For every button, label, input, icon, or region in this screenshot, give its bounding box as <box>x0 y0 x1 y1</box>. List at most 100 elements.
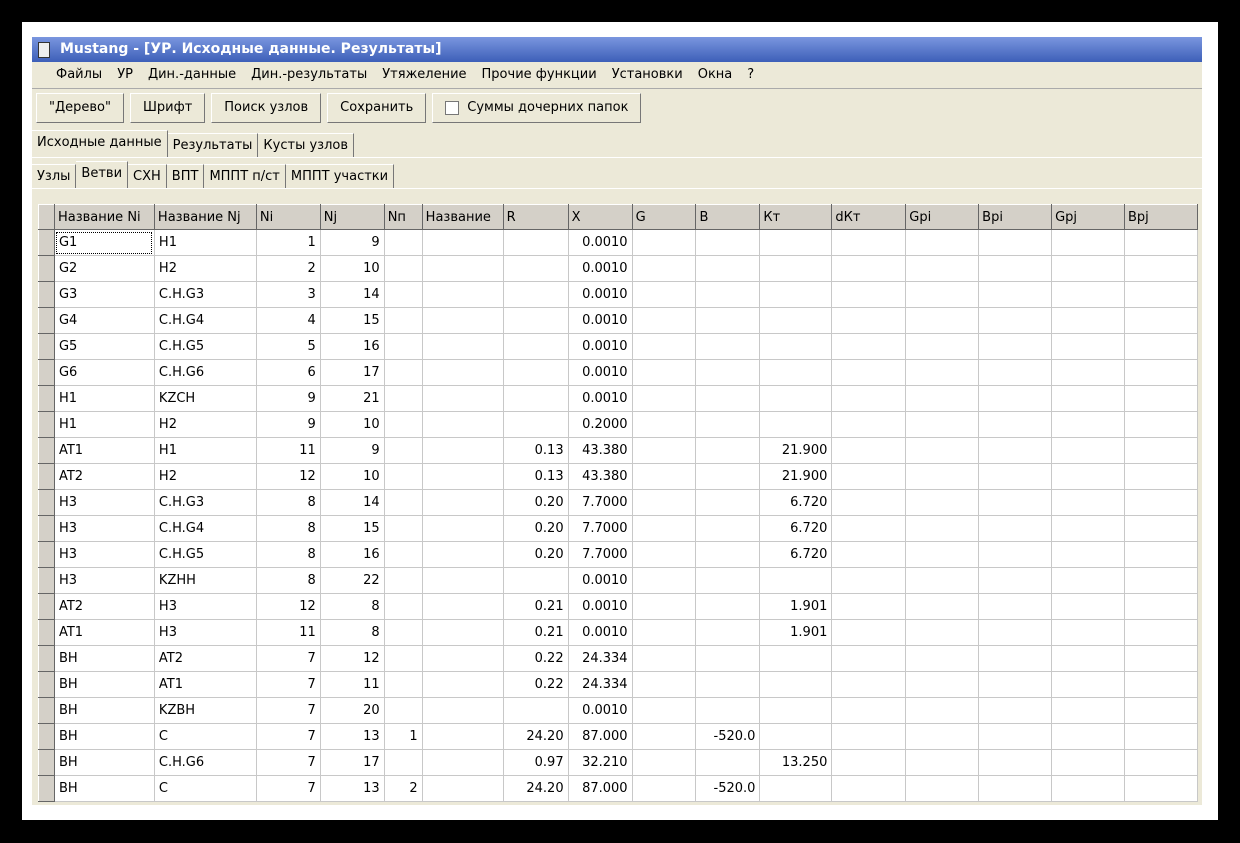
grid-cell[interactable]: 9 <box>319 437 385 464</box>
grid-cell[interactable]: H3 <box>53 489 155 516</box>
table-row[interactable]: G6 C.H.G6 6 17 0.0010 <box>38 359 1199 386</box>
grid-cell[interactable] <box>383 255 423 282</box>
grid-cell[interactable]: 15 <box>319 515 385 542</box>
menu-item[interactable]: Установки <box>612 62 683 88</box>
grid-cell[interactable] <box>631 671 697 698</box>
grid-cell[interactable]: H1 <box>153 437 257 464</box>
table-row[interactable]: G5 C.H.G5 5 16 0.0010 <box>38 333 1199 360</box>
grid-cell[interactable] <box>1123 619 1199 646</box>
grid-cell[interactable] <box>1123 411 1199 438</box>
column-header[interactable]: Gpj <box>1051 204 1125 230</box>
grid-cell[interactable] <box>695 567 761 594</box>
grid-cell[interactable]: 7 <box>255 697 321 724</box>
grid-cell[interactable] <box>1051 775 1125 802</box>
grid-cell[interactable] <box>502 229 569 256</box>
grid-cell[interactable]: 0.20 <box>502 541 569 568</box>
grid-cell[interactable] <box>759 333 833 360</box>
grid-cell[interactable] <box>905 645 980 672</box>
grid-cell[interactable] <box>759 385 833 412</box>
grid-cell[interactable] <box>831 229 907 256</box>
grid-cell[interactable]: 12 <box>255 593 321 620</box>
grid-cell[interactable] <box>502 411 569 438</box>
grid-cell[interactable] <box>978 359 1053 386</box>
row-header[interactable] <box>38 489 55 516</box>
grid-cell[interactable]: 0.0010 <box>567 229 633 256</box>
grid-cell[interactable] <box>383 229 423 256</box>
row-header[interactable] <box>38 593 55 620</box>
grid-cell[interactable]: 0.20 <box>502 515 569 542</box>
table-row[interactable]: BH C 7 13 1 24.20 87.000 -520.0 <box>38 723 1199 750</box>
grid-cell[interactable]: 14 <box>319 281 385 308</box>
grid-cell[interactable]: 10 <box>319 255 385 282</box>
grid-cell[interactable] <box>1123 515 1199 542</box>
grid-cell[interactable]: 8 <box>255 489 321 516</box>
grid-cell[interactable] <box>631 463 697 490</box>
grid-cell[interactable] <box>1051 697 1125 724</box>
grid-cell[interactable] <box>1123 359 1199 386</box>
grid-cell[interactable]: H3 <box>153 593 257 620</box>
grid-cell[interactable]: 1 <box>383 723 423 750</box>
grid-cell[interactable] <box>421 307 504 334</box>
grid-cell[interactable] <box>905 307 980 334</box>
grid-cell[interactable] <box>1123 723 1199 750</box>
table-row[interactable]: G1 H1 1 9 0.0010 <box>38 229 1199 256</box>
grid-cell[interactable]: 7 <box>255 723 321 750</box>
menu-item[interactable]: Дин.-данные <box>148 62 236 88</box>
grid-cell[interactable] <box>1051 567 1125 594</box>
grid-cell[interactable]: C.H.G5 <box>153 541 257 568</box>
grid-cell[interactable] <box>383 463 423 490</box>
row-header[interactable] <box>38 359 55 386</box>
grid-cell[interactable]: AT1 <box>53 437 155 464</box>
grid-cell[interactable] <box>1051 749 1125 776</box>
grid-cell[interactable] <box>421 567 504 594</box>
grid-cell[interactable]: 7.7000 <box>567 515 633 542</box>
grid-cell[interactable]: 1.901 <box>759 619 833 646</box>
grid-cell[interactable] <box>1051 307 1125 334</box>
grid-cell[interactable] <box>383 749 423 776</box>
grid-cell[interactable]: 0.21 <box>502 619 569 646</box>
grid-cell[interactable] <box>1051 255 1125 282</box>
grid-cell[interactable] <box>905 567 980 594</box>
grid-cell[interactable]: 17 <box>319 749 385 776</box>
grid-cell[interactable] <box>1123 463 1199 490</box>
grid-cell[interactable] <box>978 619 1053 646</box>
grid-cell[interactable]: AT2 <box>53 463 155 490</box>
grid-cell[interactable] <box>978 775 1053 802</box>
grid-cell[interactable] <box>1123 567 1199 594</box>
grid-cell[interactable]: 10 <box>319 463 385 490</box>
grid-cell[interactable] <box>905 229 980 256</box>
grid-cell[interactable] <box>831 489 907 516</box>
grid-cell[interactable]: BH <box>53 645 155 672</box>
grid-cell[interactable]: 87.000 <box>567 723 633 750</box>
grid-cell[interactable] <box>905 359 980 386</box>
grid-cell[interactable] <box>1051 437 1125 464</box>
grid-cell[interactable] <box>631 697 697 724</box>
grid-cell[interactable]: G4 <box>53 307 155 334</box>
grid-cell[interactable] <box>383 619 423 646</box>
grid-cell[interactable] <box>631 775 697 802</box>
grid-cell[interactable] <box>421 229 504 256</box>
grid-cell[interactable] <box>831 515 907 542</box>
grid-cell[interactable]: 2 <box>255 255 321 282</box>
grid-cell[interactable]: 0.0010 <box>567 307 633 334</box>
grid-cell[interactable]: 1.901 <box>759 593 833 620</box>
grid-cell[interactable]: 0.0010 <box>567 697 633 724</box>
grid-cell[interactable] <box>978 229 1053 256</box>
grid-cell[interactable] <box>695 541 761 568</box>
grid-cell[interactable]: AT2 <box>153 645 257 672</box>
grid-cell[interactable] <box>978 281 1053 308</box>
grid-cell[interactable] <box>1051 359 1125 386</box>
column-header[interactable]: R <box>502 204 569 230</box>
column-header[interactable]: Bpj <box>1123 204 1199 230</box>
row-header[interactable] <box>38 229 55 256</box>
grid-cell[interactable] <box>831 411 907 438</box>
grid-cell[interactable] <box>905 593 980 620</box>
grid-cell[interactable] <box>383 697 423 724</box>
grid-cell[interactable] <box>631 515 697 542</box>
grid-cell[interactable] <box>978 255 1053 282</box>
grid-cell[interactable] <box>1123 749 1199 776</box>
tab-sub[interactable]: МППТ п/ст <box>204 164 286 188</box>
grid-cell[interactable] <box>759 411 833 438</box>
grid-cell[interactable] <box>978 515 1053 542</box>
row-header[interactable] <box>38 307 55 334</box>
